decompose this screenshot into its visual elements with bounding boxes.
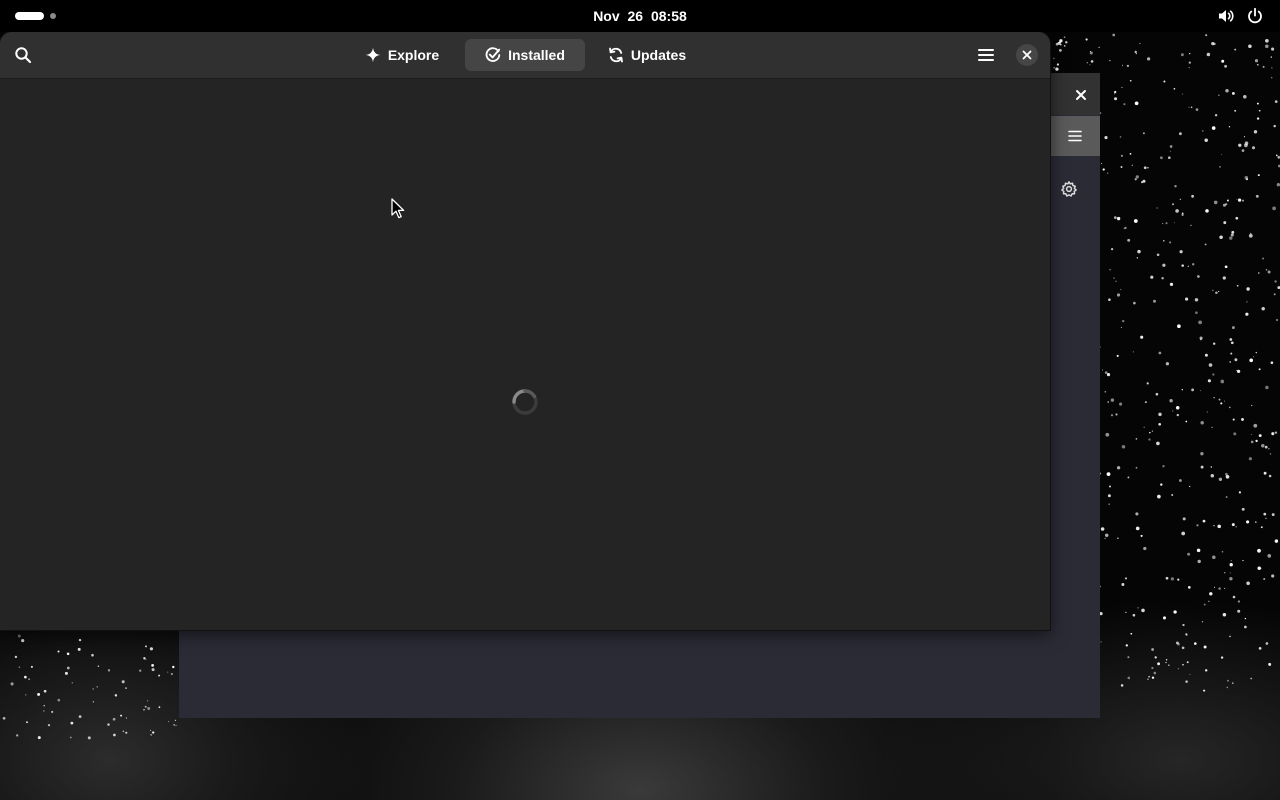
main-menu-button[interactable] xyxy=(971,40,1001,70)
sparkle-icon xyxy=(365,47,381,63)
volume-icon[interactable] xyxy=(1217,7,1235,25)
tab-installed[interactable]: Installed xyxy=(465,39,585,71)
close-icon xyxy=(1022,50,1032,60)
mouse-cursor-icon xyxy=(391,198,405,219)
clock[interactable]: Nov 26 08:58 xyxy=(540,0,740,32)
tab-explore-label: Explore xyxy=(387,47,440,63)
tab-explore[interactable]: Explore xyxy=(352,39,452,71)
search-icon xyxy=(15,47,32,64)
background-window-close-button[interactable] xyxy=(1069,83,1093,107)
workspace-indicator-active[interactable] xyxy=(15,12,44,20)
power-icon[interactable] xyxy=(1246,7,1264,25)
check-circle-icon xyxy=(485,47,501,62)
close-icon xyxy=(1076,90,1086,100)
background-window-settings-button[interactable] xyxy=(1057,177,1081,201)
search-button[interactable] xyxy=(8,40,38,70)
headerbar: Explore Installed Updates xyxy=(0,32,1050,79)
refresh-icon xyxy=(608,47,623,63)
gear-icon xyxy=(1061,181,1077,197)
hamburger-menu-icon xyxy=(1068,130,1082,142)
software-window: Explore Installed Updates xyxy=(0,32,1050,630)
window-close-button[interactable] xyxy=(1016,44,1038,66)
hamburger-menu-icon xyxy=(978,49,994,61)
installed-content-area xyxy=(0,79,1050,630)
workspace-indicator-inactive[interactable] xyxy=(50,13,56,19)
tab-updates[interactable]: Updates xyxy=(596,39,698,71)
tab-updates-label: Updates xyxy=(630,47,687,63)
background-window-menu-button[interactable] xyxy=(1050,116,1100,156)
tab-installed-label: Installed xyxy=(508,47,565,63)
loading-spinner-icon xyxy=(512,389,538,415)
top-bar: Nov 26 08:58 xyxy=(0,0,1280,32)
desktop-background: Explore Installed Updates Nov 26 08:58 xyxy=(0,0,1280,800)
